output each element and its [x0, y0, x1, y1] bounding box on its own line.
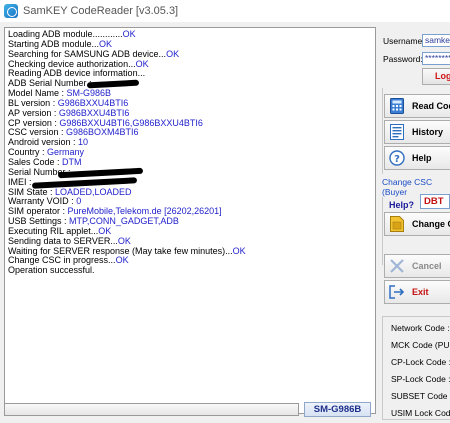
cancel-button[interactable]: Cancel: [384, 254, 450, 278]
log-line-value: G986BOXM4BTI6: [66, 127, 139, 138]
log-line-value: OK: [117, 235, 131, 246]
right-panel: Username: samkey Password: ******** Log …: [380, 22, 450, 423]
log-line-value: 10: [78, 137, 89, 148]
username-label: Username:: [383, 36, 425, 46]
username-field[interactable]: samkey: [422, 34, 450, 47]
log-line-value: G986BXXU4BTI6,G986BXXU4BTI6: [59, 117, 203, 128]
log-line-value: LOADED,LOADED: [55, 186, 132, 197]
code-label: Network Code :: [391, 323, 450, 333]
exit-arrow-icon: [389, 284, 405, 300]
log-line-value: Germany: [47, 147, 85, 158]
log-line-value: MTP,CONN_GADGET,ADB: [69, 216, 179, 227]
change-csc-button[interactable]: Change CSC: [384, 212, 450, 236]
log-line-text: Android version :: [8, 137, 79, 148]
log-line-text: Reading ADB device information...: [8, 68, 146, 79]
code-label: CP-Lock Code :: [391, 357, 450, 367]
actions-group: [382, 88, 383, 174]
history-button[interactable]: History: [384, 120, 450, 144]
cancel-x-icon: [389, 258, 405, 274]
model-badge: SM-G986B: [304, 402, 371, 417]
read-codes-button[interactable]: Read Codes: [384, 94, 450, 118]
status-bar: SM-G986B: [0, 396, 380, 423]
svg-text:?: ?: [394, 154, 400, 165]
log-line-value: OK: [98, 225, 112, 236]
exit-button[interactable]: Exit: [384, 280, 450, 304]
log-line-text: Country :: [8, 147, 48, 158]
log-line: Serial Number :: [8, 167, 372, 179]
samkey-app-icon: [4, 4, 18, 18]
log-line-value: G986BXXU4BTI6: [57, 97, 129, 108]
change-csc-label: Change CSC: [412, 219, 450, 229]
code-label: SP-Lock Code :: [391, 374, 450, 384]
log-line-text: CSC version :: [8, 127, 67, 138]
log-line-text: Loading ADB module............: [8, 29, 123, 39]
log-line-text: Operation successful.: [8, 265, 95, 276]
help-question-icon: ?: [389, 150, 405, 166]
log-output[interactable]: Loading ADB module............OK Starting…: [4, 27, 376, 414]
log-line-value: OK: [99, 38, 113, 49]
log-line-text: IMEI :: [8, 176, 32, 187]
document-list-icon: [389, 124, 405, 140]
log-line-text: USB Settings :: [8, 216, 70, 227]
code-label: SUBSET Code :: [391, 391, 450, 401]
log-line-value: G986BXXU4BTI6: [58, 107, 130, 118]
log-line-text: Sales Code :: [8, 156, 63, 167]
window-title: SamKEY CodeReader [v3.05.3]: [23, 5, 179, 17]
progress-bar: [4, 403, 299, 416]
log-line-value: SM-G986B: [66, 88, 112, 99]
login-button[interactable]: Log: [422, 68, 450, 85]
log-line-text: Starting ADB module...: [8, 38, 100, 49]
password-field[interactable]: ********: [422, 52, 450, 65]
log-line-text: SIM State :: [8, 186, 56, 197]
log-line-text: SIM operator :: [8, 206, 68, 217]
csc-input[interactable]: DBT: [420, 194, 450, 209]
codes-group: Network Code : MCK Code (PUK) : CP-Lock Co…: [382, 316, 450, 420]
log-line-value: 0: [76, 196, 82, 207]
login-group: Username: samkey Password: ******** Log: [380, 24, 450, 85]
calculator-icon: [389, 98, 405, 114]
log-line-value: OK: [115, 255, 129, 266]
log-line-text: AP version :: [8, 107, 59, 118]
help-label: Help: [412, 153, 432, 163]
help-button[interactable]: ? Help: [384, 146, 450, 170]
log-line-text: CP version :: [8, 117, 60, 128]
log-line-text: Warranty VOID :: [8, 196, 77, 207]
log-line-value: DTM: [62, 156, 82, 167]
code-label: MCK Code (PUK) :: [391, 340, 450, 350]
read-codes-label: Read Codes: [412, 101, 450, 111]
log-line-text: BL version :: [8, 97, 58, 108]
log-line-value: PureMobile,Telekom.de [26202,26201]: [67, 206, 222, 217]
history-label: History: [412, 127, 444, 137]
password-label: Password:: [383, 54, 423, 64]
log-line-text: Change CSC in progress...: [8, 255, 116, 266]
log-line-value: OK: [122, 29, 136, 39]
exit-label: Exit: [412, 287, 429, 297]
csc-help-link[interactable]: Help?: [389, 200, 414, 210]
log-line-value: OK: [232, 245, 246, 256]
log-line-text: Checking device authorization...: [8, 58, 136, 69]
redaction-mark: [57, 167, 144, 179]
cancel-label: Cancel: [412, 261, 442, 271]
log-line-text: Sending data to SERVER...: [8, 235, 118, 246]
log-line: Operation successful.: [8, 265, 372, 276]
log-line-text: Executing RIL applet...: [8, 225, 99, 236]
log-line-text: Waiting for SERVER response (May take fe…: [8, 245, 233, 256]
log-line-text: Model Name :: [8, 88, 67, 99]
log-line-text: Searching for SAMSUNG ADB device...: [8, 48, 167, 59]
sim-card-icon: [389, 216, 405, 232]
log-line-value: OK: [166, 48, 180, 59]
log-line-text: ADB Serial Number :: [8, 78, 92, 89]
log-line-value: OK: [135, 58, 149, 69]
code-label: USIM Lock Code :: [391, 408, 450, 418]
title-bar: SamKEY CodeReader [v3.05.3]: [0, 0, 450, 22]
